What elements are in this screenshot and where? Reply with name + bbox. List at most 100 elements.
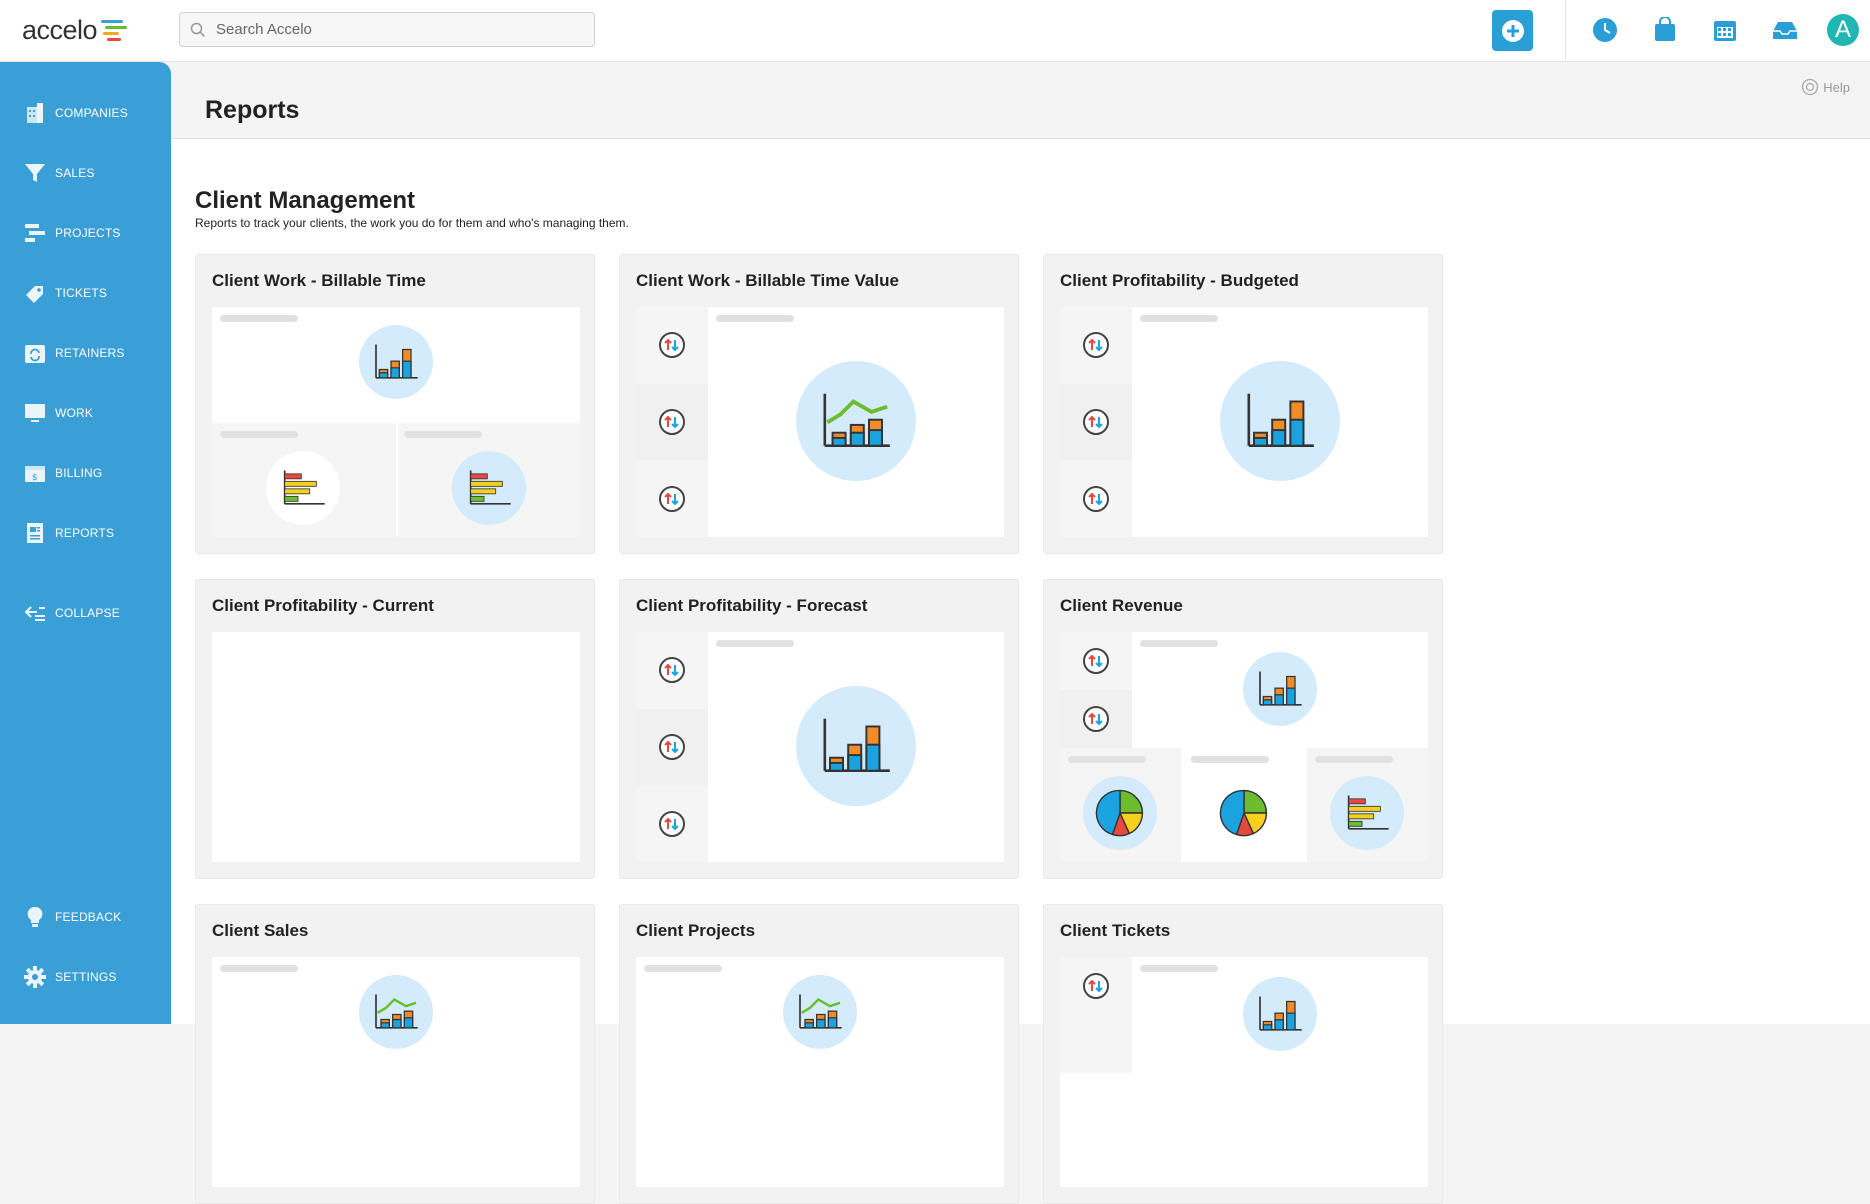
- sidebar-item-projects[interactable]: PROJECTS: [0, 213, 171, 253]
- sidebar-item-companies[interactable]: COMPANIES: [0, 93, 171, 133]
- card-title: Client Profitability - Forecast: [636, 596, 868, 615]
- bar-chart-icon: [359, 325, 433, 399]
- activity-button[interactable]: [1650, 15, 1680, 45]
- collapse-button[interactable]: COLLAPSE: [0, 593, 171, 633]
- gantt-icon: [20, 218, 50, 248]
- feedback-button[interactable]: FEEDBACK: [0, 897, 171, 937]
- calendar-icon: [1714, 21, 1736, 41]
- sidebar-item-retainers[interactable]: RETAINERS: [0, 333, 171, 373]
- collapse-label: COLLAPSE: [55, 606, 120, 620]
- card-title: Client Tickets: [1060, 921, 1171, 940]
- placeholder-bar: [716, 640, 794, 647]
- card-preview: [212, 957, 580, 1187]
- report-card-client-profitability-forecast[interactable]: Client Profitability - Forecast: [619, 579, 1019, 879]
- sort-arrows-icon: [657, 484, 687, 514]
- card-preview: [636, 632, 1004, 862]
- placeholder-bar: [1068, 756, 1146, 763]
- card-title: Client Sales: [212, 921, 309, 940]
- placeholder-bar: [220, 315, 298, 322]
- timer-button[interactable]: [1590, 15, 1620, 45]
- card-title: Client Profitability - Current: [212, 596, 434, 615]
- side-cell: [1060, 690, 1132, 748]
- top-bar: accelo A: [0, 0, 1870, 62]
- calendar-refresh-icon: [20, 338, 50, 368]
- placeholder-bar: [1140, 315, 1218, 322]
- report-card-client-work-billable-time-value[interactable]: Client Work - Billable Time Value: [619, 254, 1019, 554]
- side-cell: [636, 632, 708, 708]
- sidebar-item-reports[interactable]: REPORTS: [0, 513, 171, 553]
- sort-arrows-icon: [1081, 330, 1111, 360]
- sort-arrows-icon: [657, 330, 687, 360]
- sidebar: COMPANIES SALES PROJECTS TICKETS RETAINE…: [0, 62, 171, 1024]
- bag-icon: [1655, 17, 1675, 41]
- card-preview: [636, 307, 1004, 537]
- section-title: Client Management: [195, 187, 416, 214]
- feedback-label: FEEDBACK: [55, 910, 122, 924]
- collapse-arrow-icon: [20, 598, 50, 628]
- building-icon: [20, 98, 50, 128]
- inbox-icon: [1773, 22, 1797, 39]
- user-avatar[interactable]: A: [1827, 14, 1859, 46]
- report-card-client-tickets[interactable]: Client Tickets: [1043, 904, 1443, 1204]
- pie-chart-icon: [1207, 776, 1281, 850]
- card-preview: [1060, 632, 1428, 862]
- help-link[interactable]: Help: [1801, 78, 1850, 96]
- clock-icon: [1593, 18, 1617, 42]
- card-title: Client Profitability - Budgeted: [1060, 271, 1299, 290]
- help-label: Help: [1823, 79, 1850, 95]
- section-subtitle: Reports to track your clients, the work …: [195, 216, 629, 230]
- sidebar-item-billing[interactable]: $ BILLING: [0, 453, 171, 493]
- report-card-client-projects[interactable]: Client Projects: [619, 904, 1019, 1204]
- calendar-button[interactable]: [1710, 15, 1740, 45]
- search-icon: [190, 22, 206, 37]
- add-button[interactable]: [1492, 10, 1533, 51]
- settings-button[interactable]: SETTINGS: [0, 957, 171, 997]
- card-preview: [212, 307, 580, 537]
- preview-side-column: [636, 307, 708, 537]
- bar-chart-icon: [1220, 361, 1340, 481]
- sidebar-item-label: PROJECTS: [55, 226, 121, 240]
- sort-arrows-icon: [657, 732, 687, 762]
- sidebar-item-sales[interactable]: SALES: [0, 153, 171, 193]
- monitor-icon: [20, 398, 50, 428]
- page-title: Reports: [205, 96, 300, 124]
- sort-arrows-icon: [1081, 971, 1111, 1001]
- horizontal-bar-chart-icon: [1330, 776, 1404, 850]
- bar-chart-icon: [1243, 977, 1317, 1051]
- invoice-icon: $: [20, 458, 50, 488]
- placeholder-bar: [716, 315, 794, 322]
- bar-line-chart-icon: [796, 361, 916, 481]
- bar-line-chart-icon: [783, 975, 857, 1049]
- report-card-client-revenue[interactable]: Client Revenue: [1043, 579, 1443, 879]
- sidebar-item-label: RETAINERS: [55, 346, 125, 360]
- side-cell: [1060, 461, 1132, 537]
- avatar-letter: A: [1834, 16, 1851, 43]
- report-card-client-profitability-budgeted[interactable]: Client Profitability - Budgeted: [1043, 254, 1443, 554]
- search-box[interactable]: [179, 12, 595, 47]
- accelo-logo[interactable]: accelo: [22, 14, 129, 46]
- search-input[interactable]: [214, 20, 578, 39]
- report-card-client-sales[interactable]: Client Sales: [195, 904, 595, 1204]
- preview-side-column: [1060, 307, 1132, 537]
- report-card-client-profitability-current[interactable]: Client Profitability - Current: [195, 579, 595, 879]
- sidebar-item-label: BILLING: [55, 466, 103, 480]
- tag-icon: [20, 278, 50, 308]
- placeholder-bar: [644, 965, 722, 972]
- card-title: Client Projects: [636, 921, 756, 940]
- sort-arrows-icon: [1081, 704, 1111, 734]
- sidebar-item-work[interactable]: WORK: [0, 393, 171, 433]
- placeholder-bar: [404, 431, 482, 438]
- side-cell: [1060, 957, 1132, 1015]
- sidebar-item-label: TICKETS: [55, 286, 108, 300]
- placeholder-bar: [220, 965, 298, 972]
- lightbulb-icon: [20, 902, 50, 932]
- bar-chart-icon: [1243, 652, 1317, 726]
- inbox-button[interactable]: [1770, 15, 1800, 45]
- sidebar-item-tickets[interactable]: TICKETS: [0, 273, 171, 313]
- side-cell: [636, 384, 708, 460]
- funnel-icon: [20, 158, 50, 188]
- report-card-client-work-billable-time[interactable]: Client Work - Billable Time: [195, 254, 595, 554]
- sort-arrows-icon: [657, 407, 687, 437]
- sort-arrows-icon: [1081, 646, 1111, 676]
- bar-line-chart-icon: [359, 975, 433, 1049]
